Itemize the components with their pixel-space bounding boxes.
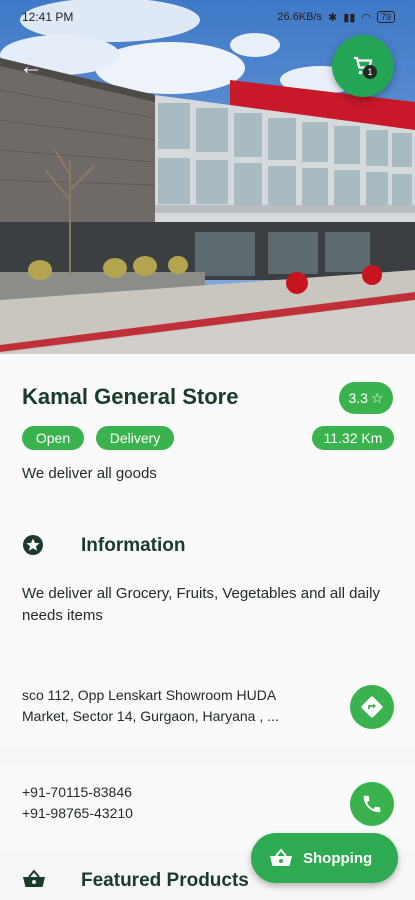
featured-products-heading: Featured Products [81,870,249,891]
distance-badge: 11.32 Km [312,426,394,450]
status-badge-open: Open [22,426,84,450]
store-details: Kamal General Store 3.3 ☆ Open Delivery … [0,354,415,664]
cart-count-badge: 1 [363,65,377,79]
status-time: 12:41 PM [22,10,74,24]
network-speed: 26.6KB/s [277,11,323,23]
address-text: sco 112, Opp Lenskart Showroom HUDA Mark… [22,685,332,727]
address-card: sco 112, Opp Lenskart Showroom HUDA Mark… [0,664,415,748]
phone-number-1[interactable]: +91-70115-83846 [22,784,132,800]
delivery-badge: Delivery [96,426,174,450]
directions-icon [361,696,383,718]
shopping-button-label: Shopping [303,849,373,867]
star-outline-icon: ☆ [370,389,384,406]
directions-button[interactable] [350,685,394,729]
store-tagline: We deliver all goods [22,465,157,482]
store-name: Kamal General Store [22,384,239,409]
rating-badge: 3.3 ☆ [339,382,393,414]
bluetooth-icon: ✱ [328,11,338,24]
status-icons: 26.6KB/s ✱ ▮▮ ◠ 79 [277,11,395,24]
arrow-left-icon: ← [19,53,43,80]
status-bar: 12:41 PM 26.6KB/s ✱ ▮▮ ◠ 79 [0,0,415,34]
address-line-1: sco 112, Opp Lenskart Showroom HUDA [22,687,277,703]
shopping-button[interactable]: Shopping [251,833,398,883]
star-circle-icon [23,535,43,555]
phone-number-2[interactable]: +91-98765-43210 [22,805,133,821]
signal-icon: ▮▮ [343,11,356,24]
basket-icon [270,848,292,866]
address-line-2: Market, Sector 14, Gurgaon, Haryana , ..… [22,708,279,724]
basket-icon [23,869,45,887]
wifi-icon: ◠ [361,11,371,24]
rating-value: 3.3 [348,390,368,406]
battery-icon: 79 [376,11,395,23]
cart-button[interactable]: 1 [332,35,394,97]
information-heading: Information [81,535,186,556]
information-text: We deliver all Grocery, Fruits, Vegetabl… [22,585,380,624]
back-button[interactable]: ← [16,52,46,82]
phone-icon [363,795,381,813]
call-button[interactable] [350,782,394,826]
